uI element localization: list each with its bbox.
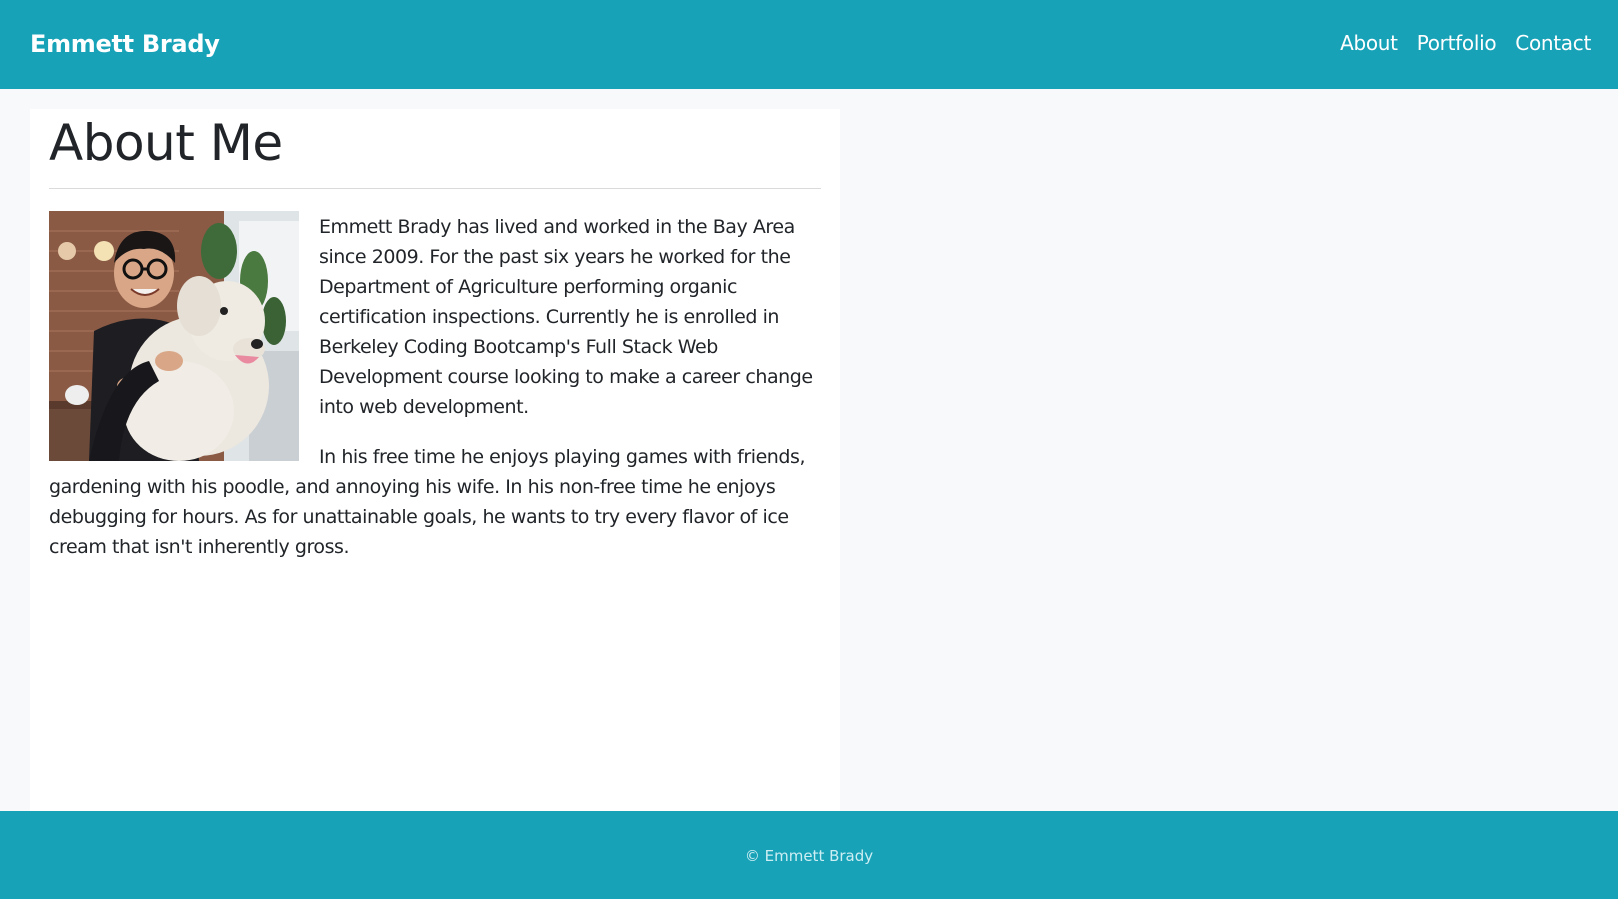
about-card: About Me Emmett Brady has lived and work… [30, 109, 840, 811]
nav-link-contact[interactable]: Contact [1515, 31, 1591, 55]
nav-links: About Portfolio Contact [1340, 31, 1591, 55]
nav-link-portfolio[interactable]: Portfolio [1417, 31, 1497, 55]
nav-link-about[interactable]: About [1340, 31, 1398, 55]
navbar: Emmett Brady About Portfolio Contact [0, 0, 1618, 89]
bio-text: Emmett Brady has lived and worked in the… [49, 212, 821, 582]
page-title: About Me [49, 114, 283, 172]
photo-spacer [49, 212, 299, 462]
footer: © Emmett Brady [0, 811, 1618, 899]
brand-link[interactable]: Emmett Brady [30, 30, 220, 58]
divider [49, 188, 821, 189]
footer-copyright: © Emmett Brady [744, 847, 874, 865]
